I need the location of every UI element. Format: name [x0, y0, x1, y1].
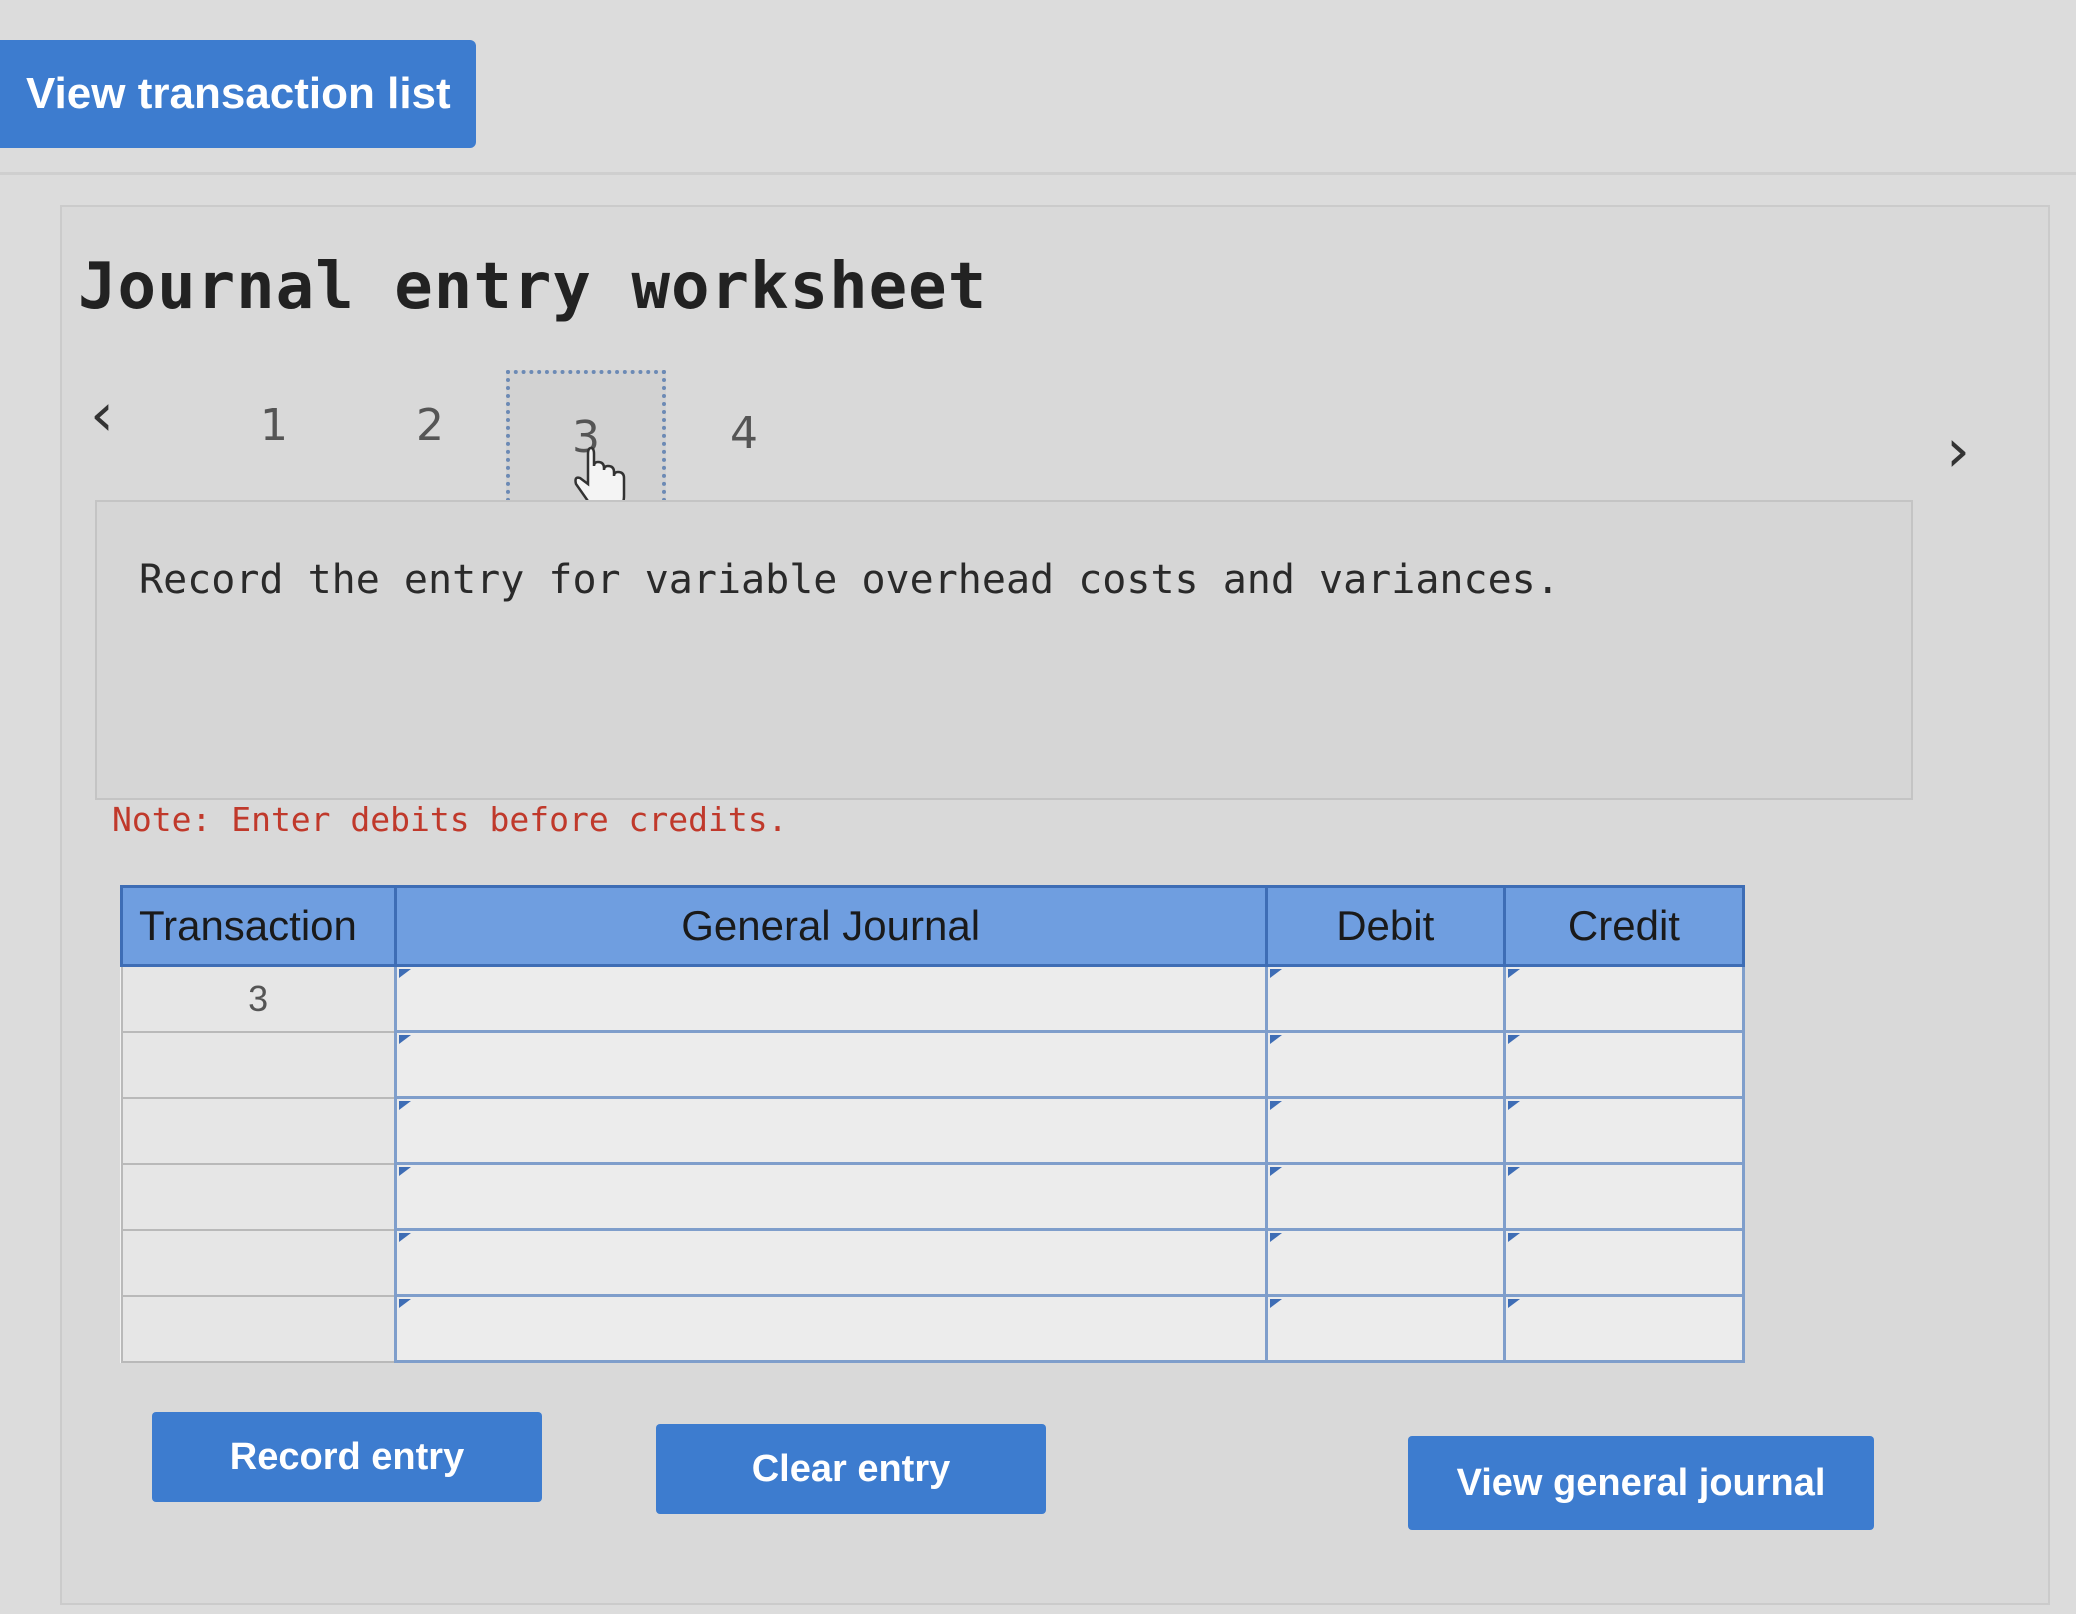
debit-cell[interactable]	[1264, 1030, 1506, 1099]
dropdown-marker-icon	[1507, 969, 1520, 978]
debit-cell[interactable]	[1264, 1162, 1506, 1231]
account-cell[interactable]	[393, 1096, 1268, 1165]
header-credit: Credit	[1502, 885, 1746, 967]
debit-input[interactable]	[1267, 1297, 1503, 1360]
dropdown-marker-icon	[1269, 1233, 1282, 1242]
credit-input[interactable]	[1505, 1099, 1742, 1162]
record-entry-button[interactable]: Record entry	[152, 1412, 542, 1502]
prompt-text: Record the entry for variable overhead c…	[139, 557, 1560, 603]
account-input[interactable]	[396, 1099, 1265, 1162]
dropdown-marker-icon	[1507, 1035, 1520, 1044]
account-cell[interactable]	[393, 1228, 1268, 1297]
dropdown-marker-icon	[1269, 969, 1282, 978]
account-cell[interactable]	[393, 1030, 1268, 1099]
note-text: Note: Enter debits before credits.	[112, 800, 788, 839]
account-input[interactable]	[396, 1231, 1265, 1294]
debit-input[interactable]	[1267, 1033, 1503, 1096]
dropdown-marker-icon	[398, 969, 411, 978]
transaction-cell: 3	[120, 964, 397, 1033]
page-1-tab[interactable]: 1	[260, 400, 288, 451]
account-cell[interactable]	[393, 1162, 1268, 1231]
dropdown-marker-icon	[1507, 1299, 1520, 1308]
account-cell[interactable]	[393, 964, 1268, 1033]
table-row	[120, 1030, 1746, 1099]
credit-cell[interactable]	[1502, 1162, 1746, 1231]
dropdown-marker-icon	[1269, 1101, 1282, 1110]
debit-cell[interactable]	[1264, 1294, 1506, 1363]
transaction-pager: ‹ 1 2 3 4 ›	[90, 370, 1970, 520]
dropdown-marker-icon	[1269, 1035, 1282, 1044]
header-general-journal: General Journal	[393, 885, 1268, 967]
table-row	[120, 1162, 1746, 1231]
credit-input[interactable]	[1505, 1297, 1742, 1360]
page-4-tab[interactable]: 4	[730, 408, 758, 459]
dropdown-marker-icon	[398, 1167, 411, 1176]
credit-cell[interactable]	[1502, 1096, 1746, 1165]
clear-entry-button[interactable]: Clear entry	[656, 1424, 1046, 1514]
dropdown-marker-icon	[1507, 1101, 1520, 1110]
page-2-tab[interactable]: 2	[416, 400, 444, 451]
dropdown-marker-icon	[1507, 1233, 1520, 1242]
dropdown-marker-icon	[398, 1035, 411, 1044]
credit-cell[interactable]	[1502, 1030, 1746, 1099]
table-row: 3	[120, 964, 1746, 1033]
top-divider	[0, 172, 2076, 175]
debit-input[interactable]	[1267, 1165, 1503, 1228]
page-title: Journal entry worksheet	[78, 250, 988, 324]
dropdown-marker-icon	[1507, 1167, 1520, 1176]
credit-input[interactable]	[1505, 1231, 1742, 1294]
dropdown-marker-icon	[398, 1299, 411, 1308]
credit-cell[interactable]	[1502, 964, 1746, 1033]
credit-input[interactable]	[1505, 967, 1742, 1030]
debit-input[interactable]	[1267, 967, 1503, 1030]
chevron-right-icon[interactable]: ›	[1946, 416, 1970, 486]
dropdown-marker-icon	[398, 1101, 411, 1110]
dropdown-marker-icon	[398, 1233, 411, 1242]
credit-cell[interactable]	[1502, 1294, 1746, 1363]
credit-input[interactable]	[1505, 1165, 1742, 1228]
header-debit: Debit	[1264, 885, 1506, 967]
transaction-cell	[120, 1294, 397, 1363]
account-cell[interactable]	[393, 1294, 1268, 1363]
debit-cell[interactable]	[1264, 964, 1506, 1033]
view-transaction-list-button[interactable]: View transaction list	[0, 40, 476, 148]
transaction-cell	[120, 1096, 397, 1165]
table-row	[120, 1096, 1746, 1165]
debit-input[interactable]	[1267, 1231, 1503, 1294]
credit-input[interactable]	[1505, 1033, 1742, 1096]
table-row	[120, 1228, 1746, 1297]
journal-table: Transaction General Journal Debit Credit…	[120, 885, 1746, 1363]
chevron-left-icon[interactable]: ‹	[90, 380, 114, 450]
transaction-cell	[120, 1228, 397, 1297]
debit-cell[interactable]	[1264, 1096, 1506, 1165]
account-input[interactable]	[396, 967, 1265, 1030]
debit-input[interactable]	[1267, 1099, 1503, 1162]
credit-cell[interactable]	[1502, 1228, 1746, 1297]
account-input[interactable]	[396, 1297, 1265, 1360]
debit-cell[interactable]	[1264, 1228, 1506, 1297]
transaction-cell	[120, 1030, 397, 1099]
transaction-cell	[120, 1162, 397, 1231]
table-header-row: Transaction General Journal Debit Credit	[120, 885, 1746, 967]
account-input[interactable]	[396, 1165, 1265, 1228]
dropdown-marker-icon	[1269, 1167, 1282, 1176]
view-general-journal-button[interactable]: View general journal	[1408, 1436, 1874, 1530]
account-input[interactable]	[396, 1033, 1265, 1096]
dropdown-marker-icon	[1269, 1299, 1282, 1308]
table-row	[120, 1294, 1746, 1363]
prompt-box: Record the entry for variable overhead c…	[95, 500, 1913, 800]
header-transaction: Transaction	[120, 885, 397, 967]
